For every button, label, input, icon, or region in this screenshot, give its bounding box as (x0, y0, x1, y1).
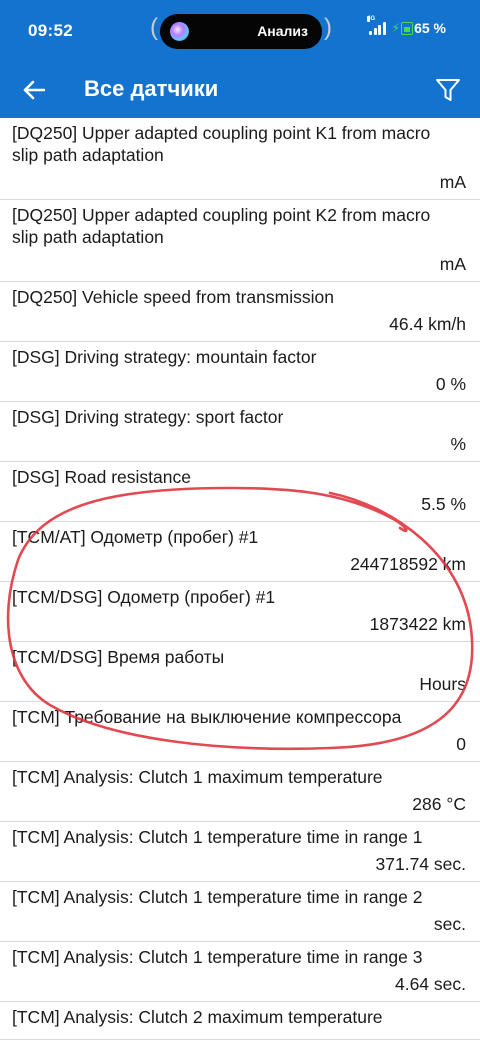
sensor-name: [TCM/DSG] Время работы (12, 647, 225, 667)
sensor-name: [TCM] Analysis: Clutch 1 temperature tim… (12, 887, 423, 907)
dynamic-island[interactable]: Анализ (160, 14, 322, 49)
sensor-value: 286 °C (412, 794, 466, 814)
cellular-signal-icon: 4G (367, 15, 386, 35)
sensor-value: 0 % (435, 374, 466, 394)
status-bar: 09:52 ( Анализ ) 4G ⚡ 65 % (0, 0, 480, 62)
sensor-row[interactable]: [DQ250] Upper adapted coupling point K1 … (0, 118, 480, 200)
island-bracket-right: ) (324, 14, 332, 41)
battery-icon (401, 21, 414, 35)
sensor-name: [DSG] Driving strategy: mountain factor (12, 347, 317, 367)
sensor-row[interactable]: [TCM] Analysis: Clutch 1 temperature tim… (0, 942, 480, 1002)
sensor-value: 1873422 km (369, 614, 466, 634)
arrow-left-icon (23, 80, 45, 100)
sensor-row[interactable]: [DSG] Driving strategy: mountain factor 0… (0, 342, 480, 402)
sensor-value (12, 1028, 468, 1039)
sensor-value: 5.5 % (421, 494, 466, 514)
siri-orb-icon (170, 22, 189, 41)
sensor-value: 4.64 sec. (394, 974, 466, 994)
sensor-name: [DSG] Driving strategy: sport factor (12, 407, 284, 427)
sensor-value: 46.4 km/h (389, 314, 466, 334)
sensor-name: [DQ250] Vehicle speed from transmission (12, 287, 334, 307)
sensor-value: 0 (456, 734, 466, 754)
sensor-name: [TCM] Analysis: Clutch 1 maximum tempera… (12, 767, 383, 787)
sensor-name: [DQ250] Upper adapted coupling point K2 … (12, 205, 431, 247)
sensor-name: [TCM] Analysis: Clutch 1 temperature tim… (12, 947, 423, 967)
sensor-row[interactable]: [TCM] Analysis: Clutch 2 maximum tempera… (0, 1002, 480, 1040)
battery-indicator: ⚡ 65 % (392, 20, 446, 36)
sensor-value: sec. (433, 914, 466, 934)
sensor-name: [TCM] Analysis: Clutch 1 temperature tim… (12, 827, 423, 847)
app-bar: Все датчики (0, 62, 480, 118)
back-button[interactable] (16, 72, 52, 108)
sensor-row[interactable]: [TCM] Analysis: Clutch 1 maximum tempera… (0, 762, 480, 822)
sensor-name: [TCM] Analysis: Clutch 2 maximum tempera… (12, 1007, 383, 1027)
sensor-row[interactable]: [DQ250] Vehicle speed from transmission 4… (0, 282, 480, 342)
sensor-row[interactable]: [TCM/DSG] Одометр (пробег) #1 1873422 km (0, 582, 480, 642)
sensor-value: % (450, 434, 466, 454)
network-tag: 4G (367, 15, 376, 22)
sensor-name: [DQ250] Upper adapted coupling point K1 … (12, 123, 431, 165)
sensor-list[interactable]: [DQ250] Upper adapted coupling point K1 … (0, 118, 480, 1048)
sensor-row[interactable]: [DSG] Driving strategy: sport factor% (0, 402, 480, 462)
sensor-row[interactable]: [TCM/DSG] Время работы Hours (0, 642, 480, 702)
sensor-value: mA (439, 254, 466, 274)
island-label: Анализ (257, 23, 308, 39)
filter-button[interactable] (430, 72, 466, 108)
page-title: Все датчики (84, 76, 219, 101)
status-indicators: 4G ⚡ 65 % (367, 15, 446, 36)
island-bracket-left: ( (150, 14, 158, 41)
sensor-row[interactable]: [TCM] Analysis: Clutch 1 temperature tim… (0, 882, 480, 942)
sensor-name: [DSG] Road resistance (12, 467, 191, 487)
sensor-name: [TCM/DSG] Одометр (пробег) #1 (12, 587, 276, 607)
charging-bolt-icon: ⚡ (391, 21, 401, 35)
sensor-row[interactable]: [TCM] Требование на выключение компрессо… (0, 702, 480, 762)
sensor-row[interactable]: [DSG] Road resistance 5.5 % (0, 462, 480, 522)
sensor-name: [TCM] Требование на выключение компрессо… (12, 707, 402, 727)
sensor-row[interactable]: [TCM/AT] Одометр (пробег) #1 244718592 km (0, 522, 480, 582)
sensor-row[interactable]: [DQ250] Upper adapted coupling point K2 … (0, 200, 480, 282)
sensor-value: 244718592 km (350, 554, 466, 574)
battery-percent: 65 % (414, 20, 446, 36)
sensor-value: mA (439, 172, 466, 192)
sensor-name: [TCM/AT] Одометр (пробег) #1 (12, 527, 259, 547)
sensor-row[interactable]: [TCM] Analysis: Clutch 1 temperature tim… (0, 822, 480, 882)
filter-icon (436, 79, 460, 101)
status-time: 09:52 (28, 21, 73, 40)
sensor-value: 371.74 sec. (375, 854, 466, 874)
sensor-value: Hours (419, 674, 466, 694)
